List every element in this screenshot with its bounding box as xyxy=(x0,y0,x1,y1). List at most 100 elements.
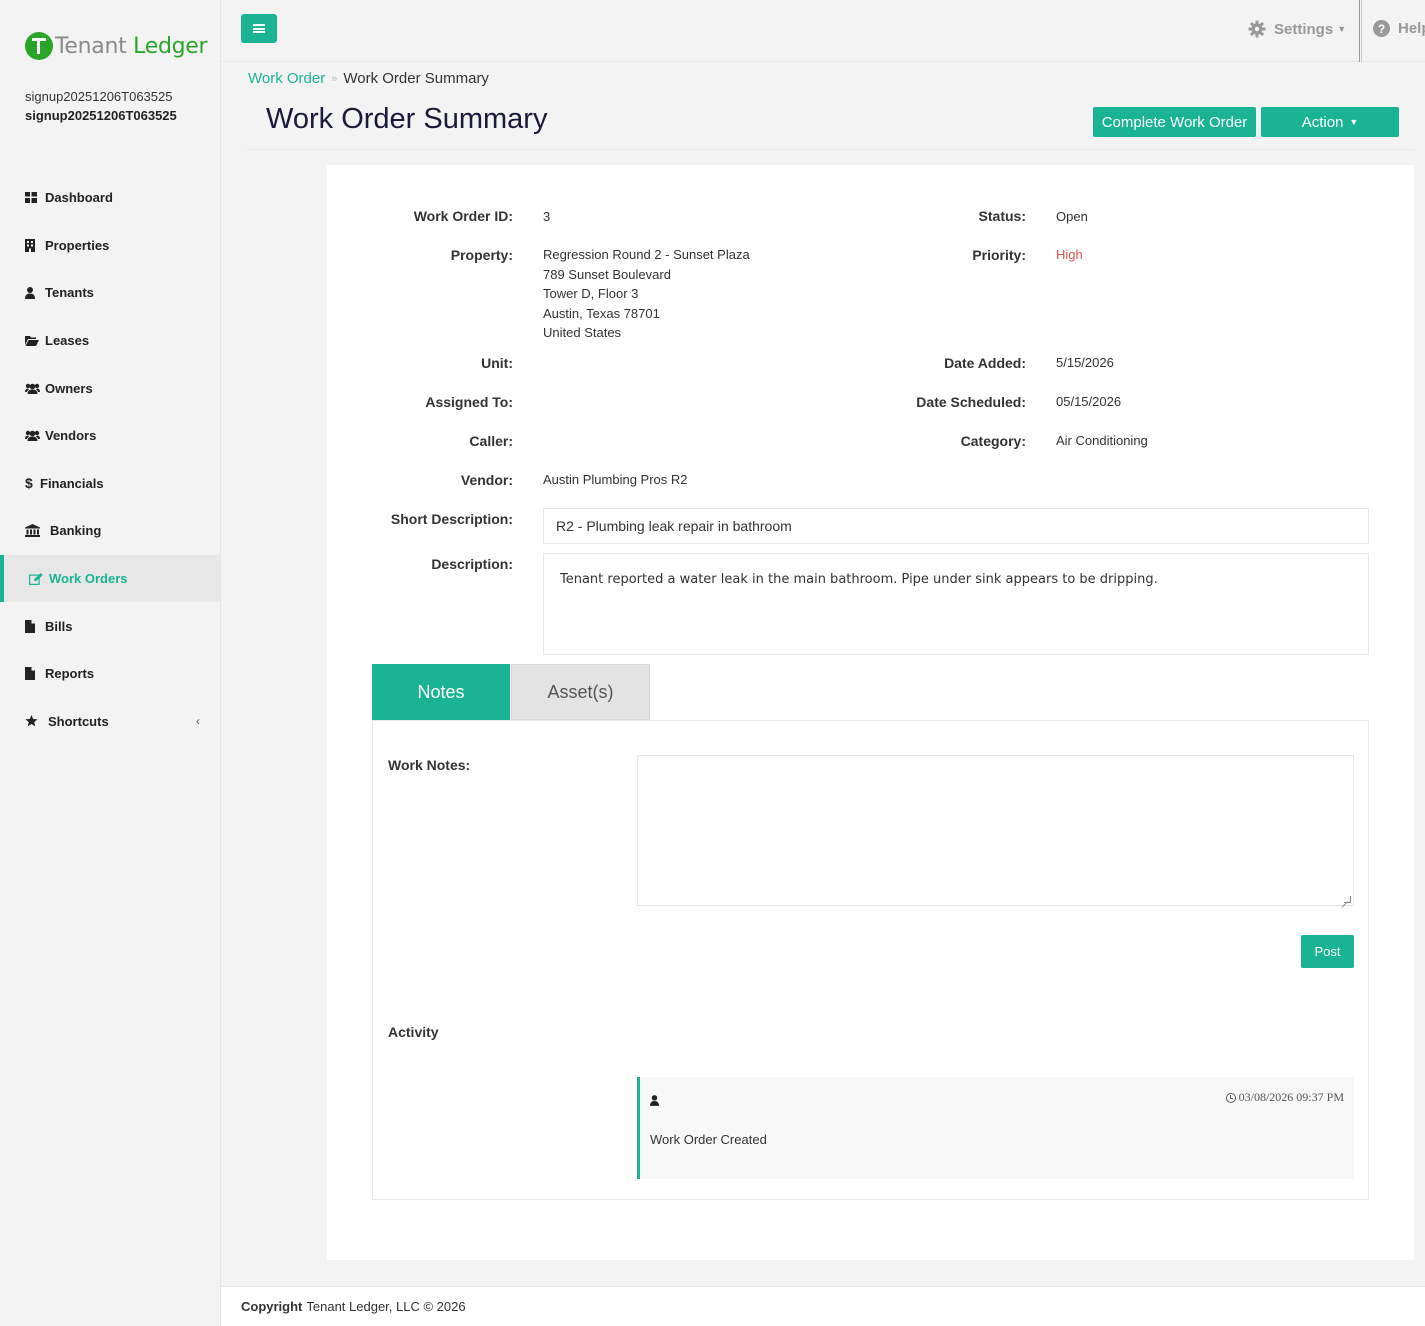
sidebar-item-label: Dashboard xyxy=(45,190,113,206)
activity-label: Activity xyxy=(388,1024,439,1040)
building-icon xyxy=(25,238,43,252)
activity-timestamp-text: 03/08/2026 09:37 PM xyxy=(1238,1090,1344,1104)
footer-copyright-label: Copyright xyxy=(241,1299,303,1314)
sidebar-item-bills[interactable]: Bills xyxy=(0,602,220,650)
sidebar-item-banking[interactable]: Banking xyxy=(0,507,220,555)
sidebar-item-owners[interactable]: Owners xyxy=(0,364,220,412)
work-order-id-label: Work Order ID: xyxy=(413,208,513,224)
sidebar-item-work-orders[interactable]: Work Orders xyxy=(0,554,220,603)
caret-down-icon: ▼ xyxy=(1337,24,1347,34)
description-field: Tenant reported a water leak in the main… xyxy=(543,553,1369,655)
description-label: Description: xyxy=(431,556,513,572)
sidebar-item-label: Shortcuts xyxy=(48,713,109,729)
complete-work-order-button[interactable]: Complete Work Order xyxy=(1093,107,1256,137)
users-icon xyxy=(25,383,43,394)
help-label: Help xyxy=(1398,20,1425,37)
sidebar-item-vendors[interactable]: Vendors xyxy=(0,412,220,460)
logo-mark-icon xyxy=(25,32,53,60)
short-description-field: R2 - Plumbing leak repair in bathroom xyxy=(543,508,1369,544)
sidebar: Tenant Ledger signup20251206T063525 sign… xyxy=(0,0,221,1326)
sidebar-item-label: Owners xyxy=(45,380,93,396)
breadcrumb-separator-icon: » xyxy=(331,72,338,85)
file-icon xyxy=(25,667,43,681)
chevron-left-icon[interactable]: ‹ xyxy=(196,714,200,728)
sidebar-item-label: Banking xyxy=(50,523,102,539)
activity-timestamp: 03/08/2026 09:37 PM xyxy=(1225,1090,1344,1105)
work-notes-label: Work Notes: xyxy=(388,757,471,773)
menu-toggle-button[interactable] xyxy=(241,14,277,43)
assigned-to-label: Assigned To: xyxy=(425,394,513,410)
property-name: Regression Round 2 - Sunset Plaza xyxy=(543,247,750,262)
heading-divider xyxy=(246,149,1414,150)
work-order-panel: Work Order ID: 3 Status: Open Property: … xyxy=(327,165,1414,1260)
footer: Copyright Tenant Ledger, LLC © 2026 xyxy=(221,1286,1425,1326)
sidebar-item-label: Financials xyxy=(40,475,104,491)
hamburger-icon xyxy=(253,24,265,33)
sidebar-item-shortcuts[interactable]: Shortcuts ‹ xyxy=(0,698,220,746)
resize-handle-icon[interactable] xyxy=(1344,896,1351,903)
gear-icon xyxy=(1248,20,1266,38)
date-added-value: 5/15/2026 xyxy=(1056,355,1114,370)
settings-dropdown[interactable]: Settings ▼ xyxy=(1248,20,1346,38)
sidebar-item-financials[interactable]: $ Financials xyxy=(0,460,220,508)
dashboard-icon xyxy=(25,192,43,204)
logo[interactable]: Tenant Ledger xyxy=(25,32,208,60)
user-icon xyxy=(650,1094,659,1109)
date-added-label: Date Added: xyxy=(944,355,1026,371)
file-icon xyxy=(25,619,43,633)
unit-label: Unit: xyxy=(481,355,513,371)
breadcrumb-current: Work Order Summary xyxy=(343,70,489,87)
sidebar-item-label: Reports xyxy=(45,666,95,682)
sidebar-item-dashboard[interactable]: Dashboard xyxy=(0,174,220,222)
users-icon xyxy=(25,430,43,442)
action-dropdown-button[interactable]: Action ▼ xyxy=(1261,107,1399,137)
logo-text-tenant: Tenant xyxy=(55,33,127,59)
help-link[interactable]: ? Help xyxy=(1373,20,1425,37)
user-icon xyxy=(25,286,43,299)
property-country: United States xyxy=(543,325,622,340)
user-account: signup20251206T063525 xyxy=(25,108,177,123)
user-name: signup20251206T063525 xyxy=(25,89,173,104)
tab-assets[interactable]: Asset(s) xyxy=(511,664,650,720)
sidebar-item-label: Bills xyxy=(45,618,73,634)
property-label: Property: xyxy=(450,247,513,263)
date-scheduled-label: Date Scheduled: xyxy=(916,394,1026,410)
sidebar-item-reports[interactable]: Reports xyxy=(0,650,220,698)
folder-open-icon xyxy=(25,335,43,347)
tab-notes[interactable]: Notes xyxy=(372,664,510,720)
priority-value: High xyxy=(1056,247,1083,262)
sidebar-item-label: Leases xyxy=(45,333,90,349)
breadcrumb-work-order-link[interactable]: Work Order xyxy=(248,70,325,87)
status-label: Status: xyxy=(978,208,1026,224)
page-title: Work Order Summary xyxy=(266,103,548,135)
edit-icon xyxy=(29,572,47,585)
post-button[interactable]: Post xyxy=(1301,935,1354,968)
sidebar-item-properties[interactable]: Properties xyxy=(0,222,220,270)
sidebar-item-label: Tenants xyxy=(45,285,94,301)
caller-label: Caller: xyxy=(469,433,513,449)
bank-icon xyxy=(25,524,48,538)
work-notes-textarea[interactable] xyxy=(637,755,1354,906)
activity-text: Work Order Created xyxy=(650,1132,767,1147)
category-label: Category: xyxy=(960,433,1026,449)
navbar-divider xyxy=(1359,0,1362,62)
clock-icon xyxy=(1225,1092,1236,1103)
category-value: Air Conditioning xyxy=(1056,433,1148,448)
top-navbar: Settings ▼ ? Help xyxy=(221,0,1425,62)
vendor-value: Austin Plumbing Pros R2 xyxy=(543,472,688,487)
question-circle-icon: ? xyxy=(1373,20,1390,37)
dollar-icon: $ xyxy=(25,475,33,492)
settings-label: Settings xyxy=(1274,20,1334,38)
property-line2: Tower D, Floor 3 xyxy=(543,286,639,301)
star-icon xyxy=(25,715,46,727)
sidebar-nav: Dashboard Properties Tenants Leases Owne… xyxy=(0,174,220,745)
vendor-label: Vendor: xyxy=(460,472,513,488)
sidebar-item-tenants[interactable]: Tenants xyxy=(0,269,220,317)
sidebar-item-leases[interactable]: Leases xyxy=(0,317,220,365)
property-street: 789 Sunset Boulevard xyxy=(543,266,671,282)
sidebar-item-label: Properties xyxy=(45,237,110,253)
sidebar-item-label: Vendors xyxy=(45,428,97,444)
footer-text: Tenant Ledger, LLC © 2026 xyxy=(306,1299,466,1314)
action-label: Action xyxy=(1301,113,1344,131)
breadcrumb: Work Order » Work Order Summary xyxy=(248,70,489,87)
